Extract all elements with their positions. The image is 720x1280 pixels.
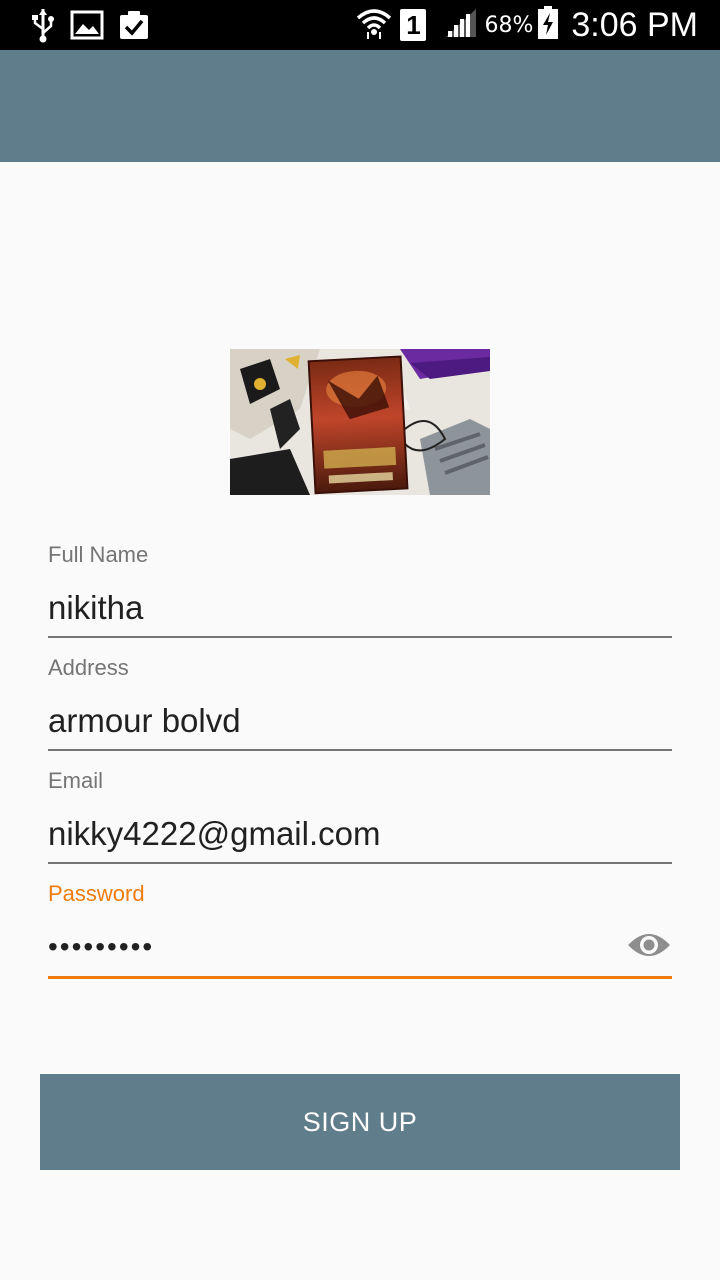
address-input[interactable]: armour bolvd [48, 702, 241, 740]
image-icon [70, 10, 104, 44]
email-input[interactable]: nikky4222@gmail.com [48, 815, 380, 853]
battery-charging-icon [537, 6, 559, 44]
battery-percent: 68% [484, 12, 534, 38]
email-field[interactable]: Email nikky4222@gmail.com [48, 768, 672, 866]
full-name-label: Full Name [48, 542, 149, 567]
sim-icon: 1 [400, 9, 427, 41]
usb-icon [30, 7, 56, 47]
status-bar: 1 68% 3:06 PM [0, 0, 720, 50]
address-underline [48, 749, 672, 751]
app-bar [0, 50, 720, 162]
password-field[interactable]: Password ••••••••• [48, 881, 672, 981]
email-underline [48, 862, 672, 864]
address-field[interactable]: Address armour bolvd [48, 655, 672, 753]
clock: 3:06 PM [571, 5, 698, 44]
full-name-input[interactable]: nikitha [48, 589, 143, 627]
email-label: Email [48, 768, 104, 793]
full-name-underline [48, 636, 672, 638]
password-underline [48, 976, 672, 979]
eye-icon[interactable] [626, 929, 672, 965]
password-label: Password [48, 881, 145, 906]
signal-icon [444, 7, 478, 43]
clipboard-check-icon [118, 9, 150, 45]
book-cover-image [230, 349, 490, 495]
wifi-icon [356, 6, 392, 44]
sign-up-button[interactable]: SIGN UP [40, 1074, 680, 1170]
password-input[interactable]: ••••••••• [48, 931, 154, 963]
address-label: Address [48, 655, 129, 680]
full-name-field[interactable]: Full Name nikitha [48, 542, 672, 640]
